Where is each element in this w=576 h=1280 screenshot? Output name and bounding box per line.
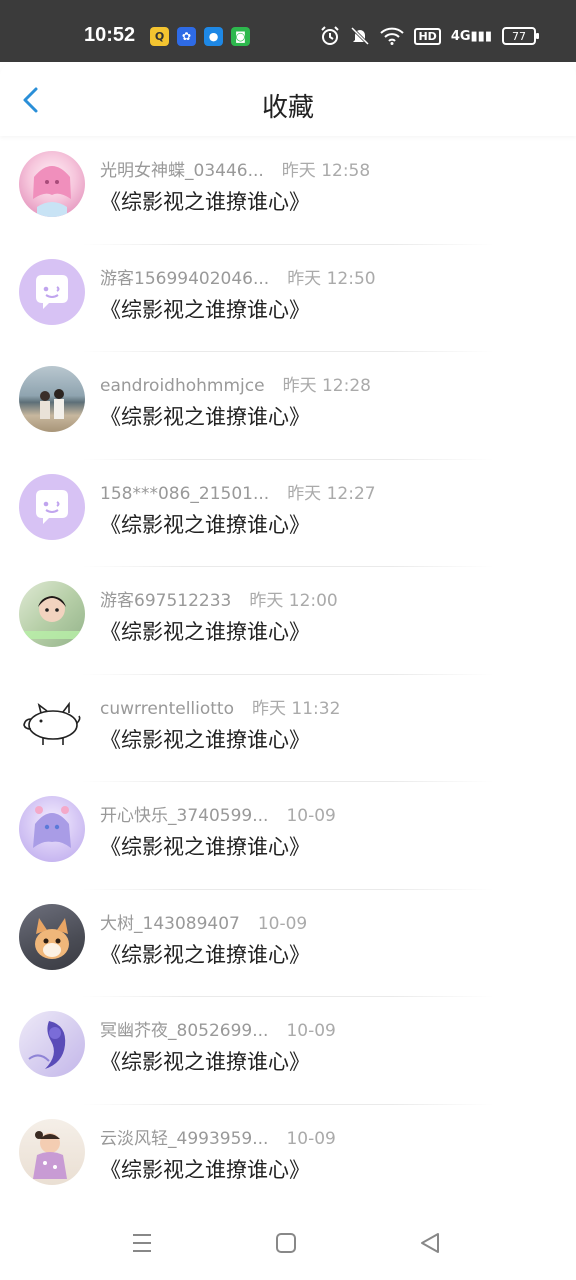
wifi-icon	[380, 27, 405, 45]
alarm-icon	[321, 26, 340, 45]
menu-button[interactable]	[127, 1228, 157, 1258]
list-item[interactable]: 158***086_21501... 昨天 12:27 《综影视之谁撩谁心》	[0, 460, 576, 567]
item-username: 158***086_21501... 昨天 12:27	[100, 483, 376, 504]
item-username: 开心快乐_3740599... 10-09	[100, 806, 336, 826]
list-item[interactable]: 光明女神蝶_03446... 昨天 12:58 《综影视之谁撩谁心》	[0, 137, 576, 245]
item-time: 10-09	[257, 913, 308, 934]
item-username: eandroidhohmmjce 昨天 12:28	[100, 376, 371, 396]
item-book-title[interactable]: 《综影视之谁撩谁心》	[100, 724, 310, 754]
baidu-icon: ✿	[177, 27, 196, 46]
back-triangle-icon	[421, 1233, 439, 1253]
chat-bubble-icon	[36, 274, 68, 309]
qq-icon: Q	[150, 27, 169, 46]
system-back-button[interactable]	[415, 1228, 445, 1258]
avatar[interactable]	[19, 903, 85, 970]
list-item[interactable]: 游客15699402046... 昨天 12:50 《综影视之谁撩谁心》	[0, 245, 576, 352]
status-time: 10:52	[84, 24, 136, 46]
item-book-title[interactable]: 《综影视之谁撩谁心》	[100, 616, 310, 646]
item-book-title[interactable]: 《综影视之谁撩谁心》	[100, 1046, 310, 1076]
notification-app-icons: Q ✿ ● ◙	[150, 27, 250, 46]
item-book-title[interactable]: 《综影视之谁撩谁心》	[100, 1154, 310, 1184]
avatar[interactable]	[19, 258, 85, 325]
page-title: 收藏	[261, 93, 314, 123]
list-item[interactable]: 游客697512233 昨天 12:00 《综影视之谁撩谁心》	[0, 567, 576, 675]
item-time: 昨天 12:27	[287, 483, 376, 504]
item-time: 10-09	[286, 806, 336, 826]
camera-app-icon: ●	[204, 27, 223, 46]
item-username: 云淡风轻_4993959... 10-09	[100, 1128, 336, 1149]
wechat-icon: ◙	[231, 27, 250, 46]
item-username: 光明女神蝶_03446... 昨天 12:58	[100, 161, 371, 181]
item-book-title[interactable]: 《综影视之谁撩谁心》	[100, 831, 310, 861]
status-indicators: HD 4G▮▮▮ 77	[320, 26, 539, 46]
list-item[interactable]: eandroidhohmmjce 昨天 12:28 《综影视之谁撩谁心》	[0, 352, 576, 460]
item-time: 10-09	[286, 1021, 336, 1041]
item-time: 昨天 12:50	[287, 268, 376, 289]
avatar[interactable]	[19, 366, 85, 432]
item-username: cuwrrentelliotto 昨天 11:32	[100, 698, 341, 719]
chat-bubble-icon	[36, 489, 68, 524]
list-item[interactable]: cuwrrentelliotto 昨天 11:32 《综影视之谁撩谁心》	[0, 675, 576, 782]
list-item[interactable]: 大树_143089407 10-09 《综影视之谁撩谁心》	[0, 890, 576, 997]
avatar[interactable]	[19, 151, 85, 217]
mute-icon	[351, 26, 370, 46]
favorites-list: 光明女神蝶_03446... 昨天 12:58 《综影视之谁撩谁心》 游客1569…	[0, 137, 576, 1212]
battery-icon: 77	[502, 27, 539, 45]
list-item[interactable]: 开心快乐_3740599... 10-09 《综影视之谁撩谁心》	[0, 782, 576, 890]
item-time: 昨天 12:00	[249, 591, 338, 611]
avatar[interactable]	[19, 1118, 85, 1185]
list-item[interactable]: 云淡风轻_4993959... 10-09 《综影视之谁撩谁心》	[0, 1105, 576, 1212]
avatar[interactable]	[19, 581, 85, 647]
home-square-icon	[276, 1233, 296, 1253]
header-bar: 收藏	[0, 62, 576, 136]
item-username: 游客697512233 昨天 12:00	[100, 591, 338, 611]
avatar[interactable]	[19, 473, 85, 540]
item-book-title[interactable]: 《综影视之谁撩谁心》	[100, 401, 310, 431]
item-username: 大树_143089407 10-09	[100, 913, 308, 934]
item-username: 冥幽芥夜_8052699... 10-09	[100, 1021, 336, 1041]
list-item[interactable]: 冥幽芥夜_8052699... 10-09 《综影视之谁撩谁心》	[0, 997, 576, 1105]
signal-4g-icon: 4G▮▮▮	[450, 28, 492, 44]
home-button[interactable]	[271, 1228, 301, 1258]
hd-badge: HD	[414, 27, 441, 45]
system-nav-bar	[0, 1206, 576, 1280]
item-username: 游客15699402046... 昨天 12:50	[100, 268, 376, 289]
item-time: 昨天 12:28	[282, 376, 371, 396]
item-time: 昨天 12:58	[281, 161, 371, 181]
item-book-title[interactable]: 《综影视之谁撩谁心》	[100, 294, 310, 324]
status-bar: 10:52 Q ✿ ● ◙ HD 4G▮▮▮ 77	[0, 0, 576, 62]
item-time: 10-09	[286, 1128, 336, 1149]
item-time: 昨天 11:32	[252, 698, 341, 719]
item-book-title[interactable]: 《综影视之谁撩谁心》	[100, 186, 310, 216]
avatar[interactable]	[19, 796, 85, 862]
item-book-title[interactable]: 《综影视之谁撩谁心》	[100, 509, 310, 539]
avatar[interactable]	[19, 688, 85, 755]
menu-icon	[133, 1234, 151, 1252]
item-book-title[interactable]: 《综影视之谁撩谁心》	[100, 939, 310, 969]
pig-sketch-icon	[23, 701, 81, 745]
avatar[interactable]	[19, 1011, 85, 1077]
